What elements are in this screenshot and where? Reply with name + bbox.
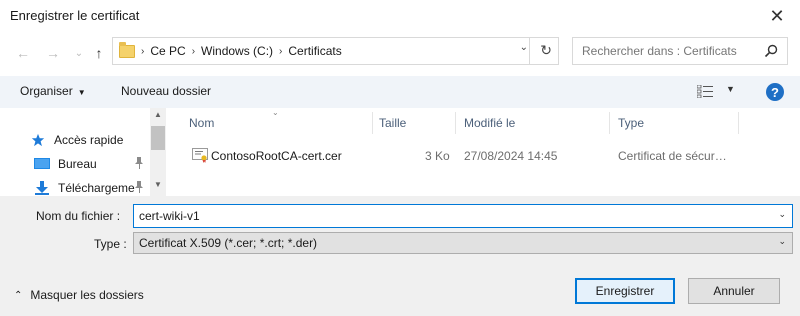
column-header-type[interactable]: Type	[618, 116, 644, 138]
filename-value: cert-wiki-v1	[139, 209, 200, 223]
search-icon[interactable]	[764, 44, 778, 58]
organize-label: Organiser	[20, 84, 73, 98]
download-icon	[35, 181, 49, 195]
chevron-up-icon: ⌃	[14, 289, 23, 301]
desktop-icon	[34, 158, 50, 169]
column-divider[interactable]	[372, 112, 373, 134]
sort-indicator-icon: ⌄	[272, 108, 279, 117]
back-button[interactable]: ←	[12, 43, 34, 63]
address-bar[interactable]: › Ce PC › Windows (C:) › Certificats ⌄ ↻	[112, 37, 559, 65]
column-divider[interactable]	[609, 112, 610, 134]
up-button[interactable]: ↑	[88, 43, 110, 63]
folder-icon	[119, 41, 135, 58]
sidebar-item-downloads[interactable]: Téléchargeme	[34, 178, 135, 198]
forward-arrow-icon: →	[46, 45, 60, 61]
chevron-down-icon[interactable]: ⌄	[778, 236, 786, 247]
sidebar-scrollbar[interactable]: ▲ ▼	[150, 108, 166, 196]
file-list: ⌄ Nom Taille Modifié le Type ContosoRoot…	[168, 108, 800, 196]
file-type-select[interactable]: Certificat X.509 (*.cer; *.crt; *.der) ⌄	[133, 232, 793, 254]
column-header-modified[interactable]: Modifié le	[464, 116, 515, 138]
pin-icon[interactable]	[134, 157, 144, 172]
sidebar-item-desktop[interactable]: Bureau	[34, 154, 97, 174]
scroll-down-icon[interactable]: ▼	[150, 180, 166, 192]
navigation-bar: ← → ⌄ ↑ › Ce PC › Windows (C:) › Certifi…	[0, 32, 800, 74]
forward-button[interactable]: →	[42, 43, 64, 63]
save-label: Enregistrer	[595, 284, 655, 298]
column-divider[interactable]	[455, 112, 456, 134]
save-button[interactable]: Enregistrer	[575, 278, 675, 304]
table-row[interactable]: ContosoRootCA-cert.cer 3 Ko 27/08/2024 1…	[188, 144, 748, 166]
file-modified: 27/08/2024 14:45	[464, 149, 558, 163]
star-icon	[31, 133, 45, 147]
divider	[529, 38, 530, 64]
hide-folders-label: Masquer les dossiers	[30, 288, 144, 302]
command-toolbar: Organiser ▼ Nouveau dossier ▼ ?	[0, 76, 800, 108]
cancel-label: Annuler	[713, 284, 755, 298]
chevron-down-icon: ⌄	[74, 47, 84, 59]
type-label: Type :	[94, 237, 127, 251]
search-input[interactable]: Rechercher dans : Certificats	[572, 37, 788, 65]
filename-label: Nom du fichier :	[36, 209, 121, 223]
breadcrumb-certificats[interactable]: Certificats	[288, 44, 341, 58]
file-name: ContosoRootCA-cert.cer	[211, 149, 342, 163]
breadcrumb-windows-c[interactable]: Windows (C:)	[201, 44, 273, 58]
close-button[interactable]: ✕	[754, 0, 800, 32]
organize-button[interactable]: Organiser ▼	[20, 84, 86, 98]
navigation-pane: Accès rapide Bureau Téléchargeme ▲ ▼	[0, 108, 168, 196]
close-icon: ✕	[769, 5, 785, 26]
column-divider[interactable]	[738, 112, 739, 134]
pin-icon[interactable]	[134, 181, 144, 196]
certificate-icon	[192, 148, 208, 163]
back-arrow-icon: ←	[16, 45, 30, 61]
file-size: 3 Ko	[425, 149, 450, 163]
sidebar-item-label: Téléchargeme	[58, 181, 135, 195]
new-folder-button[interactable]: Nouveau dossier	[121, 84, 211, 98]
chevron-right-icon: ›	[191, 45, 196, 57]
help-icon[interactable]: ?	[766, 83, 784, 101]
window-title: Enregistrer le certificat	[10, 8, 140, 23]
chevron-down-icon[interactable]: ⌄	[778, 209, 786, 220]
chevron-right-icon: ›	[279, 45, 283, 57]
refresh-icon[interactable]: ↻	[540, 42, 552, 59]
sidebar-item-label: Bureau	[58, 157, 97, 171]
caret-down-icon: ▼	[77, 88, 86, 97]
recent-locations-button[interactable]: ⌄	[68, 43, 90, 63]
title-bar: Enregistrer le certificat ✕	[0, 0, 800, 32]
view-options-caret-icon[interactable]: ▼	[726, 84, 735, 94]
cancel-button[interactable]: Annuler	[688, 278, 780, 304]
file-type-value: Certificat X.509 (*.cer; *.crt; *.der)	[139, 236, 318, 250]
hide-folders-button[interactable]: ⌃ Masquer les dossiers	[14, 288, 144, 302]
column-header-name[interactable]: Nom	[189, 116, 214, 138]
file-type: Certificat de sécur…	[618, 149, 727, 163]
scroll-up-icon[interactable]: ▲	[150, 110, 166, 122]
scroll-thumb[interactable]	[151, 126, 165, 150]
save-form: Nom du fichier : cert-wiki-v1 ⌄ Type : C…	[0, 196, 800, 316]
sidebar-item-quick-access[interactable]: Accès rapide	[30, 130, 123, 150]
column-header-size[interactable]: Taille	[379, 116, 406, 138]
filename-field[interactable]: cert-wiki-v1 ⌄	[133, 204, 793, 228]
details-view-icon[interactable]	[697, 85, 713, 98]
search-placeholder: Rechercher dans : Certificats	[582, 44, 737, 58]
breadcrumb-this-pc[interactable]: Ce PC	[150, 44, 185, 58]
new-folder-label: Nouveau dossier	[121, 84, 212, 98]
up-arrow-icon: ↑	[95, 45, 103, 61]
chevron-right-icon: ›	[141, 45, 145, 57]
sidebar-item-label: Accès rapide	[54, 133, 124, 147]
address-dropdown-icon[interactable]: ⌄	[520, 42, 528, 53]
